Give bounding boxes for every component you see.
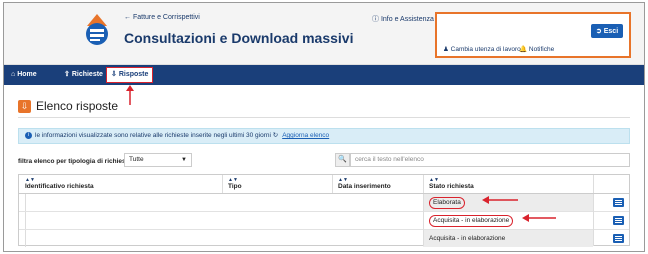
bell-icon: 🔔 <box>519 46 528 53</box>
annotation-arrow-left <box>522 214 556 222</box>
app-window: ← Fatture e Corrispettivi Consultazioni … <box>3 2 645 252</box>
column-header-label: Stato richiesta <box>429 183 474 190</box>
search-input[interactable]: cerca il testo nell'elenco <box>350 153 630 167</box>
agenzia-entrate-logo <box>86 14 108 45</box>
annotation-arrow-up <box>126 85 134 105</box>
filter-selected-value: Tutte <box>129 156 144 163</box>
sort-icon: ▲▼ <box>228 177 238 183</box>
id-cell <box>25 212 26 229</box>
table-row: Elaborata <box>19 194 629 211</box>
divider <box>18 117 630 118</box>
column-header-tipo[interactable]: ▲▼ Tipo <box>222 175 332 193</box>
column-header-stato[interactable]: ▲▼ Stato richiesta <box>423 175 593 193</box>
notifications-link[interactable]: 🔔 Notifiche <box>519 45 554 53</box>
change-user-link[interactable]: ♟ Cambia utenza di lavoro <box>443 45 521 53</box>
download-icon: ⇩ <box>18 100 31 113</box>
users-icon: ♟ <box>443 46 451 53</box>
user-box: ➲ Esci ♟ Cambia utenza di lavoro 🔔 Notifi… <box>435 12 631 58</box>
header: ← Fatture e Corrispettivi Consultazioni … <box>4 3 644 65</box>
status-text: Acquisita - in elaborazione <box>429 235 506 242</box>
nav-item-richieste[interactable]: ⇧ Richieste <box>64 65 103 85</box>
details-button[interactable] <box>613 216 624 225</box>
column-divider <box>593 175 594 193</box>
column-header-label: Tipo <box>228 183 242 190</box>
type-filter-select[interactable]: Tutte ▼ <box>124 153 192 167</box>
logout-icon: ➲ <box>595 28 602 35</box>
details-button[interactable] <box>613 198 624 207</box>
logout-label: Esci <box>603 27 619 35</box>
notifications-label: Notifiche <box>528 46 555 53</box>
annotation-arrow-left <box>482 196 518 204</box>
back-link[interactable]: ← Fatture e Corrispettivi <box>124 14 200 21</box>
table-row: Acquisita - in elaborazione <box>19 230 629 247</box>
nav-item-home[interactable]: ⌂ Home <box>11 65 37 85</box>
column-header-id[interactable]: ▲▼ Identificativo richiesta <box>19 175 222 193</box>
nav-item-label: Richieste <box>71 71 103 78</box>
status-badge: Acquisita - in elaborazione <box>429 215 514 227</box>
download-icon: ⇩ <box>111 71 119 78</box>
back-link-label: Fatture e Corrispettivi <box>132 14 200 21</box>
info-link[interactable]: ⓘ Info e Assistenza <box>372 14 434 24</box>
column-header-data[interactable]: ▲▼ Data inserimento <box>332 175 423 193</box>
column-divider <box>423 194 424 246</box>
nav-item-label: Home <box>17 71 37 78</box>
arrow-left-icon: ← <box>124 14 133 21</box>
status-cell: Acquisita - in elaborazione <box>423 212 593 229</box>
chevron-down-icon: ▼ <box>181 157 187 163</box>
change-user-label: Cambia utenza di lavoro <box>450 46 521 53</box>
main-nav: ⌂ Home ⇧ Richieste ⇩ Risposte <box>4 65 644 85</box>
column-divider <box>593 194 594 246</box>
status-cell: Acquisita - in elaborazione <box>423 230 593 247</box>
column-header-label: Data inserimento <box>338 183 391 190</box>
info-icon: i <box>25 131 32 139</box>
info-alert: i le informazioni visualizzate sono relat… <box>18 128 630 144</box>
refresh-link[interactable]: Aggiorna elenco <box>282 132 329 139</box>
logout-button[interactable]: ➲ Esci <box>591 24 623 38</box>
results-table: ▲▼ Identificativo richiesta ▲▼ Tipo ▲▼ D… <box>18 174 630 247</box>
id-cell <box>25 194 26 211</box>
nav-item-label: Risposte <box>118 71 149 78</box>
details-button[interactable] <box>613 234 624 243</box>
info-link-label: Info e Assistenza <box>380 16 434 23</box>
status-badge: Elaborata <box>429 197 465 209</box>
info-icon: ⓘ <box>372 16 381 23</box>
page-title: Elenco risposte <box>36 99 119 113</box>
refresh-icon: ↻ <box>272 132 279 139</box>
filter-label: filtra elenco per tipologia di richiesta <box>18 158 132 165</box>
column-header-label: Identificativo richiesta <box>25 183 94 190</box>
app-title: Consultazioni e Download massivi <box>124 30 354 46</box>
id-cell <box>25 230 26 247</box>
search-icon[interactable]: 🔍 <box>335 153 350 167</box>
nav-item-risposte[interactable]: ⇩ Risposte <box>106 67 154 83</box>
info-text: le informazioni visualizzate sono relati… <box>35 132 271 139</box>
upload-icon: ⇧ <box>64 71 72 78</box>
